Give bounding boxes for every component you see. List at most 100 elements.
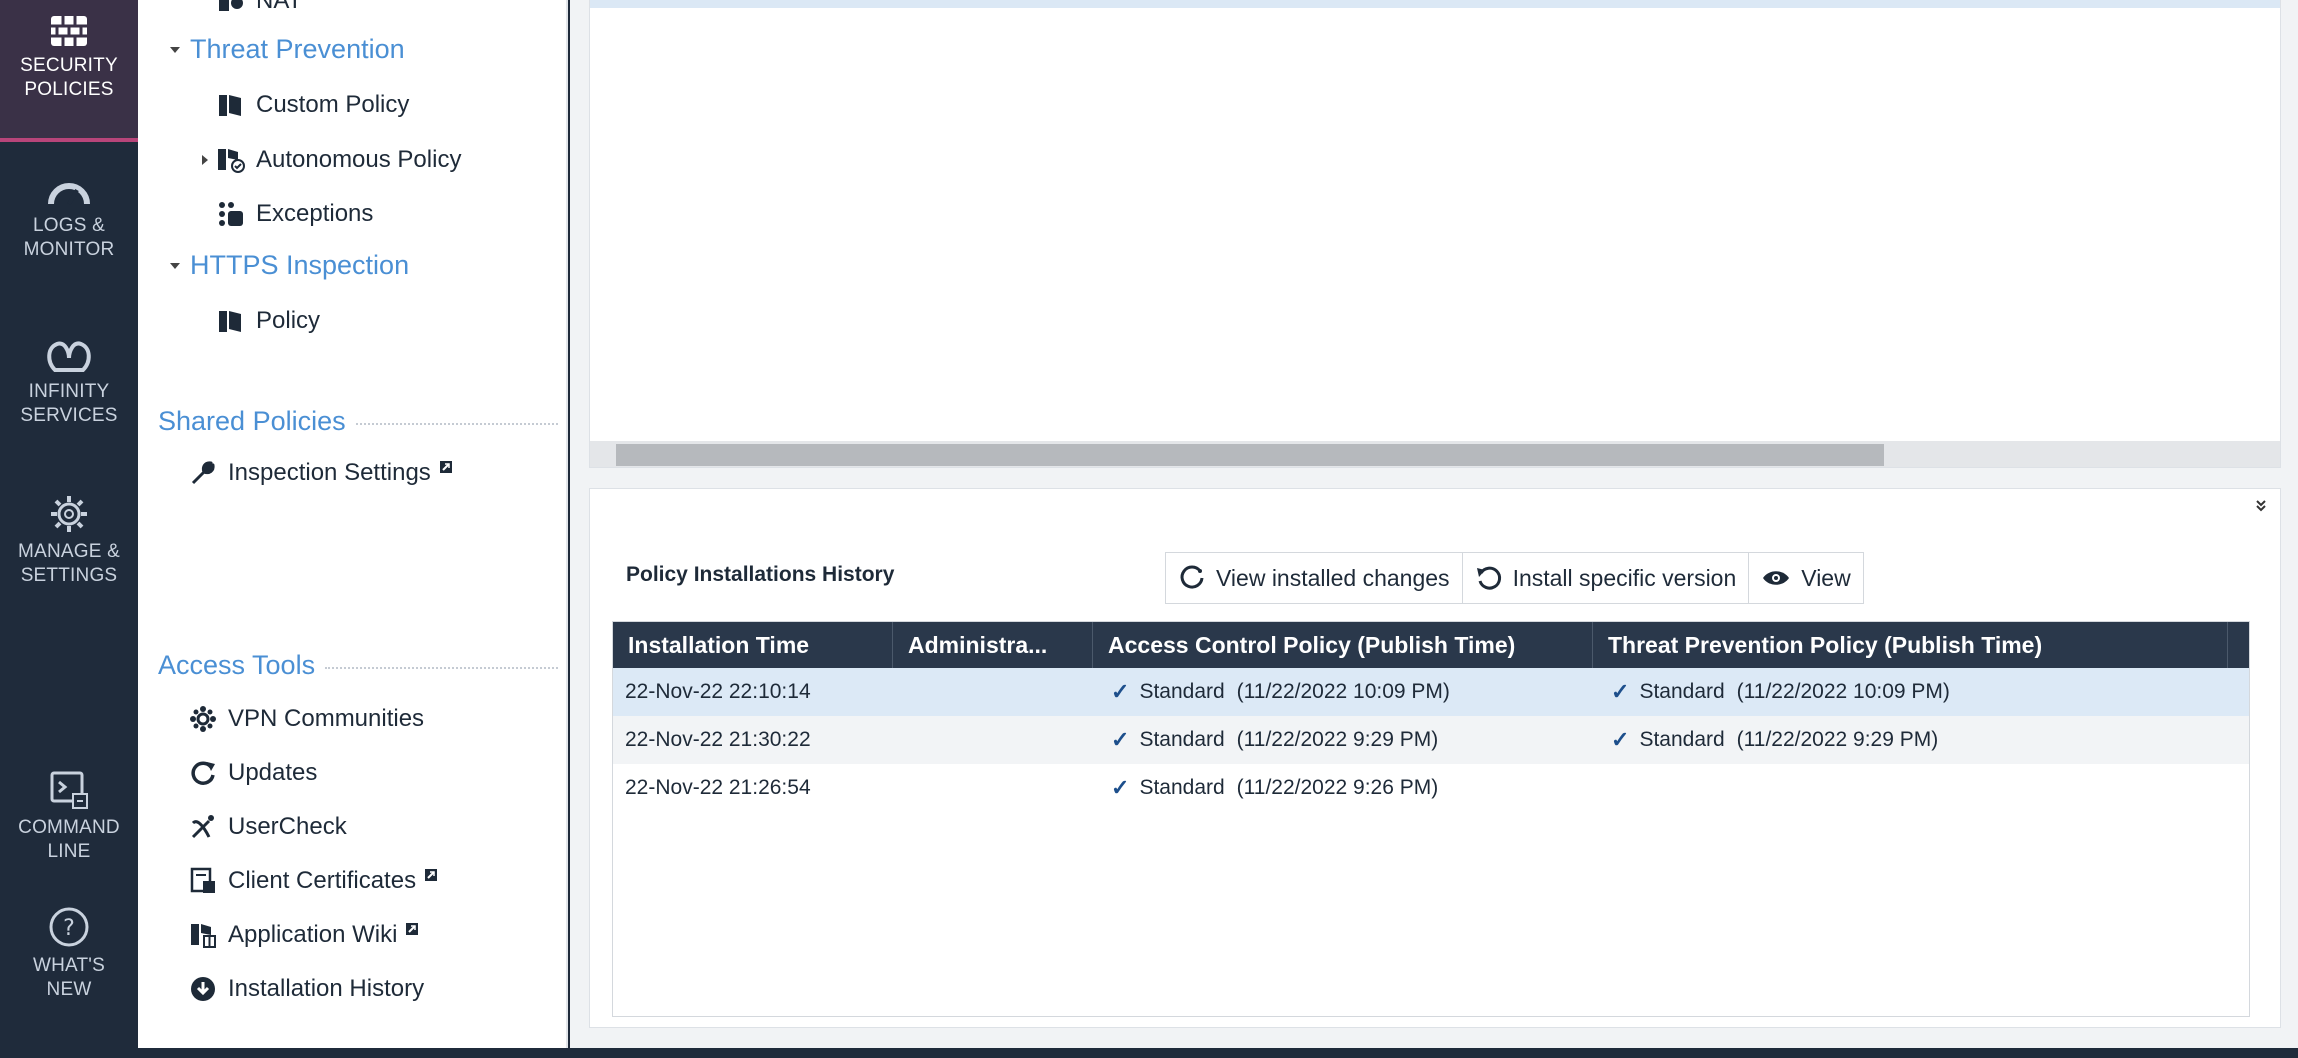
button-label: View installed changes (1216, 564, 1450, 591)
sidebar-item-https-policy[interactable]: Policy (216, 306, 320, 336)
publish-time: (11/22/2022 10:09 PM) (1236, 680, 1450, 703)
sidebar-item-label: Inspection Settings (228, 459, 431, 486)
rail-manage-settings[interactable]: MANAGE & SETTINGS (0, 494, 138, 588)
column-header-administrator[interactable]: Administra... (893, 622, 1093, 668)
sidebar-item-label: Updates (228, 759, 318, 786)
chevron-down-icon[interactable] (170, 46, 180, 53)
view-installed-changes-button[interactable]: View installed changes (1166, 553, 1463, 603)
vpn-communities-icon (188, 704, 218, 734)
cell-access-control-policy: ✓ Standard (11/22/2022 9:26 PM) (1093, 775, 1593, 801)
collapse-panel-icon[interactable] (2254, 497, 2270, 513)
policy-name: Standard (1139, 680, 1225, 703)
rail-infinity-services[interactable]: INFINITY SERVICES (0, 334, 138, 428)
group-label: Access Tools (158, 650, 316, 680)
refresh-icon (1180, 565, 1204, 589)
sidebar-item-nat[interactable]: NAT (216, 0, 302, 16)
client-certificates-icon (188, 866, 218, 896)
checkmark-icon: ✓ (1611, 727, 1630, 752)
policy-book-icon (216, 90, 246, 120)
autonomous-policy-icon (216, 145, 246, 175)
sidebar-item-label: Installation History (228, 975, 425, 1002)
rail-logs-monitor[interactable]: LOGS & MONITOR (0, 178, 138, 262)
sidebar-group-shared-policies: Shared Policies (158, 406, 558, 437)
main-content: Policy Installations History View instal… (570, 0, 2298, 1048)
table-row[interactable]: 22-Nov-22 21:26:54 ✓ Standard (11/22/202… (613, 764, 2249, 812)
cell-threat-prevention-policy: ✓ Standard (11/22/2022 10:09 PM) (1593, 679, 2228, 705)
checkmark-icon: ✓ (1111, 775, 1130, 800)
history-toolbar: View installed changes Install specific … (1165, 552, 1864, 604)
sidebar-item-autonomous-policy[interactable]: Autonomous Policy (202, 145, 461, 175)
external-link-icon (439, 453, 453, 481)
gauge-icon (48, 183, 90, 205)
rail-label: SECURITY POLICIES (20, 55, 118, 100)
firewall-grid-icon (51, 16, 87, 46)
publish-time: (11/22/2022 9:29 PM) (1736, 728, 1939, 751)
installation-history-table: Installation Time Administra... Access C… (612, 621, 2250, 1017)
rail-whats-new[interactable]: ? WHAT'S NEW (0, 906, 138, 1002)
usercheck-icon (188, 812, 218, 842)
installation-history-icon (188, 974, 218, 1004)
sidebar-item-application-wiki[interactable]: Application Wiki (188, 920, 419, 950)
column-header-installation-time[interactable]: Installation Time (613, 622, 893, 668)
policy-sidebar: NAT Threat Prevention Custom Policy Auto… (138, 0, 568, 1048)
sidebar-item-label: Exceptions (256, 200, 374, 227)
rail-security-policies[interactable]: SECURITY POLICIES (0, 0, 138, 142)
policy-book-icon (216, 306, 246, 336)
table-row[interactable]: 22-Nov-22 21:30:22 ✓ Standard (11/22/202… (613, 716, 2249, 764)
publish-time: (11/22/2022 9:26 PM) (1236, 776, 1439, 799)
nat-icon (216, 0, 246, 16)
sidebar-item-usercheck[interactable]: UserCheck (188, 812, 347, 842)
sidebar-section-https-inspection[interactable]: HTTPS Inspection (170, 250, 409, 281)
view-button[interactable]: View (1749, 553, 1862, 603)
column-header-threat-prevention-policy[interactable]: Threat Prevention Policy (Publish Time) (1593, 622, 2228, 668)
sidebar-group-access-tools: Access Tools (158, 650, 558, 681)
cell-installation-time: 22-Nov-22 21:26:54 (625, 776, 811, 799)
install-specific-version-button[interactable]: Install specific version (1463, 553, 1750, 603)
button-label: Install specific version (1512, 564, 1737, 591)
cell-installation-time: 22-Nov-22 22:10:14 (625, 680, 811, 703)
cell-access-control-policy: ✓ Standard (11/22/2022 10:09 PM) (1093, 679, 1593, 705)
chevron-down-icon[interactable] (170, 262, 180, 269)
sidebar-item-client-certificates[interactable]: Client Certificates (188, 866, 438, 896)
sidebar-item-custom-policy[interactable]: Custom Policy (216, 90, 409, 120)
panel-title: Policy Installations History (626, 563, 895, 586)
rail-command-line[interactable]: COMMAND LINE (0, 770, 138, 864)
chevron-right-icon[interactable] (202, 155, 208, 165)
svg-text:?: ? (63, 916, 75, 941)
sidebar-item-label: Application Wiki (228, 921, 398, 948)
scrollbar-thumb[interactable] (616, 444, 1884, 466)
sidebar-item-label: Custom Policy (256, 91, 410, 118)
policy-rules-grid (589, 0, 2281, 468)
checkmark-icon: ✓ (1111, 727, 1130, 752)
table-header: Installation Time Administra... Access C… (613, 622, 2249, 668)
infinity-icon (47, 341, 91, 372)
group-label: Shared Policies (158, 406, 346, 436)
sidebar-item-updates[interactable]: Updates (188, 758, 317, 788)
sidebar-item-label: UserCheck (228, 813, 347, 840)
column-header-access-control-policy[interactable]: Access Control Policy (Publish Time) (1093, 622, 1593, 668)
sidebar-item-label: Policy (256, 307, 321, 334)
wrench-icon (188, 458, 218, 488)
gear-icon (51, 496, 87, 532)
cell-installation-time: 22-Nov-22 21:30:22 (625, 728, 811, 751)
sidebar-item-vpn-communities[interactable]: VPN Communities (188, 704, 424, 734)
table-row[interactable]: 22-Nov-22 22:10:14 ✓ Standard (11/22/202… (613, 668, 2249, 716)
rail-label: COMMAND LINE (18, 817, 120, 862)
sidebar-item-installation-history[interactable]: Installation History (188, 974, 424, 1004)
exceptions-icon (216, 199, 246, 229)
button-label: View (1801, 564, 1851, 591)
section-label: Threat Prevention (190, 34, 405, 64)
publish-time: (11/22/2022 9:29 PM) (1236, 728, 1439, 751)
sidebar-item-inspection-settings[interactable]: Inspection Settings (188, 458, 453, 488)
sidebar-item-exceptions[interactable]: Exceptions (216, 199, 373, 229)
selected-row-strip[interactable] (590, 0, 2280, 8)
sidebar-section-threat-prevention[interactable]: Threat Prevention (170, 34, 405, 65)
checkmark-icon: ✓ (1111, 679, 1130, 704)
application-wiki-icon (188, 920, 218, 950)
sidebar-item-label: Client Certificates (228, 867, 417, 894)
eye-icon (1763, 571, 1790, 585)
checkmark-icon: ✓ (1611, 679, 1630, 704)
revert-icon (1476, 566, 1501, 590)
horizontal-scrollbar[interactable] (590, 441, 2280, 467)
cell-access-control-policy: ✓ Standard (11/22/2022 9:29 PM) (1093, 727, 1593, 753)
